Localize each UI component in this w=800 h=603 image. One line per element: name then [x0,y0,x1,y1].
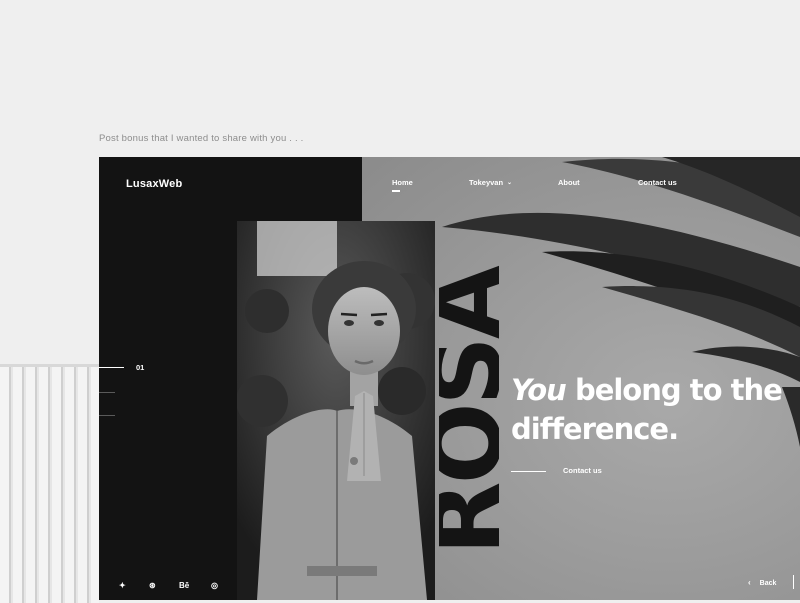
twitter-icon[interactable]: ✦ [119,581,126,590]
nav-home[interactable]: Home [392,178,413,192]
website-mockup: LusaxWeb Home Tokeyvan ⌄ About Contact us… [99,157,800,600]
portrait-photo [237,221,435,600]
back-label: Back [759,580,777,587]
slide-indicator[interactable] [99,415,115,416]
chevron-down-icon: ⌄ [507,180,513,186]
hero-headline: You belong to the difference. [511,371,800,449]
contact-us-button[interactable]: Contact us [563,466,602,475]
post-caption: Post bonus that I wanted to share with y… [99,133,304,144]
slide-number: 01 [136,363,145,372]
logo[interactable]: LusaxWeb [126,178,182,190]
nav-contact[interactable]: Contact us [638,178,677,187]
behance-icon[interactable]: Bē [179,581,189,590]
ribbed-wall-decoration [0,364,99,603]
back-button[interactable]: ‹ Back [748,578,776,587]
vertical-brand-word-text: ROSA [439,268,499,556]
headline-line1: belong to the [565,373,783,407]
back-divider [793,575,794,589]
nav-tokeyvan[interactable]: Tokeyvan ⌄ [469,178,512,187]
nav-about[interactable]: About [558,178,580,187]
headline-line2: difference. [511,412,679,446]
dribbble-icon[interactable]: ⊛ [149,581,156,590]
slide-indicator[interactable] [99,392,115,393]
headline-italic-word: You [511,373,567,407]
chevron-left-icon: ‹ [748,578,751,587]
cta-divider [511,471,546,472]
instagram-icon[interactable]: ◎ [211,581,218,590]
slide-indicator-active[interactable] [99,367,124,368]
vertical-brand-word: ROSA [439,217,499,600]
nav-tokeyvan-label: Tokeyvan [469,178,504,187]
